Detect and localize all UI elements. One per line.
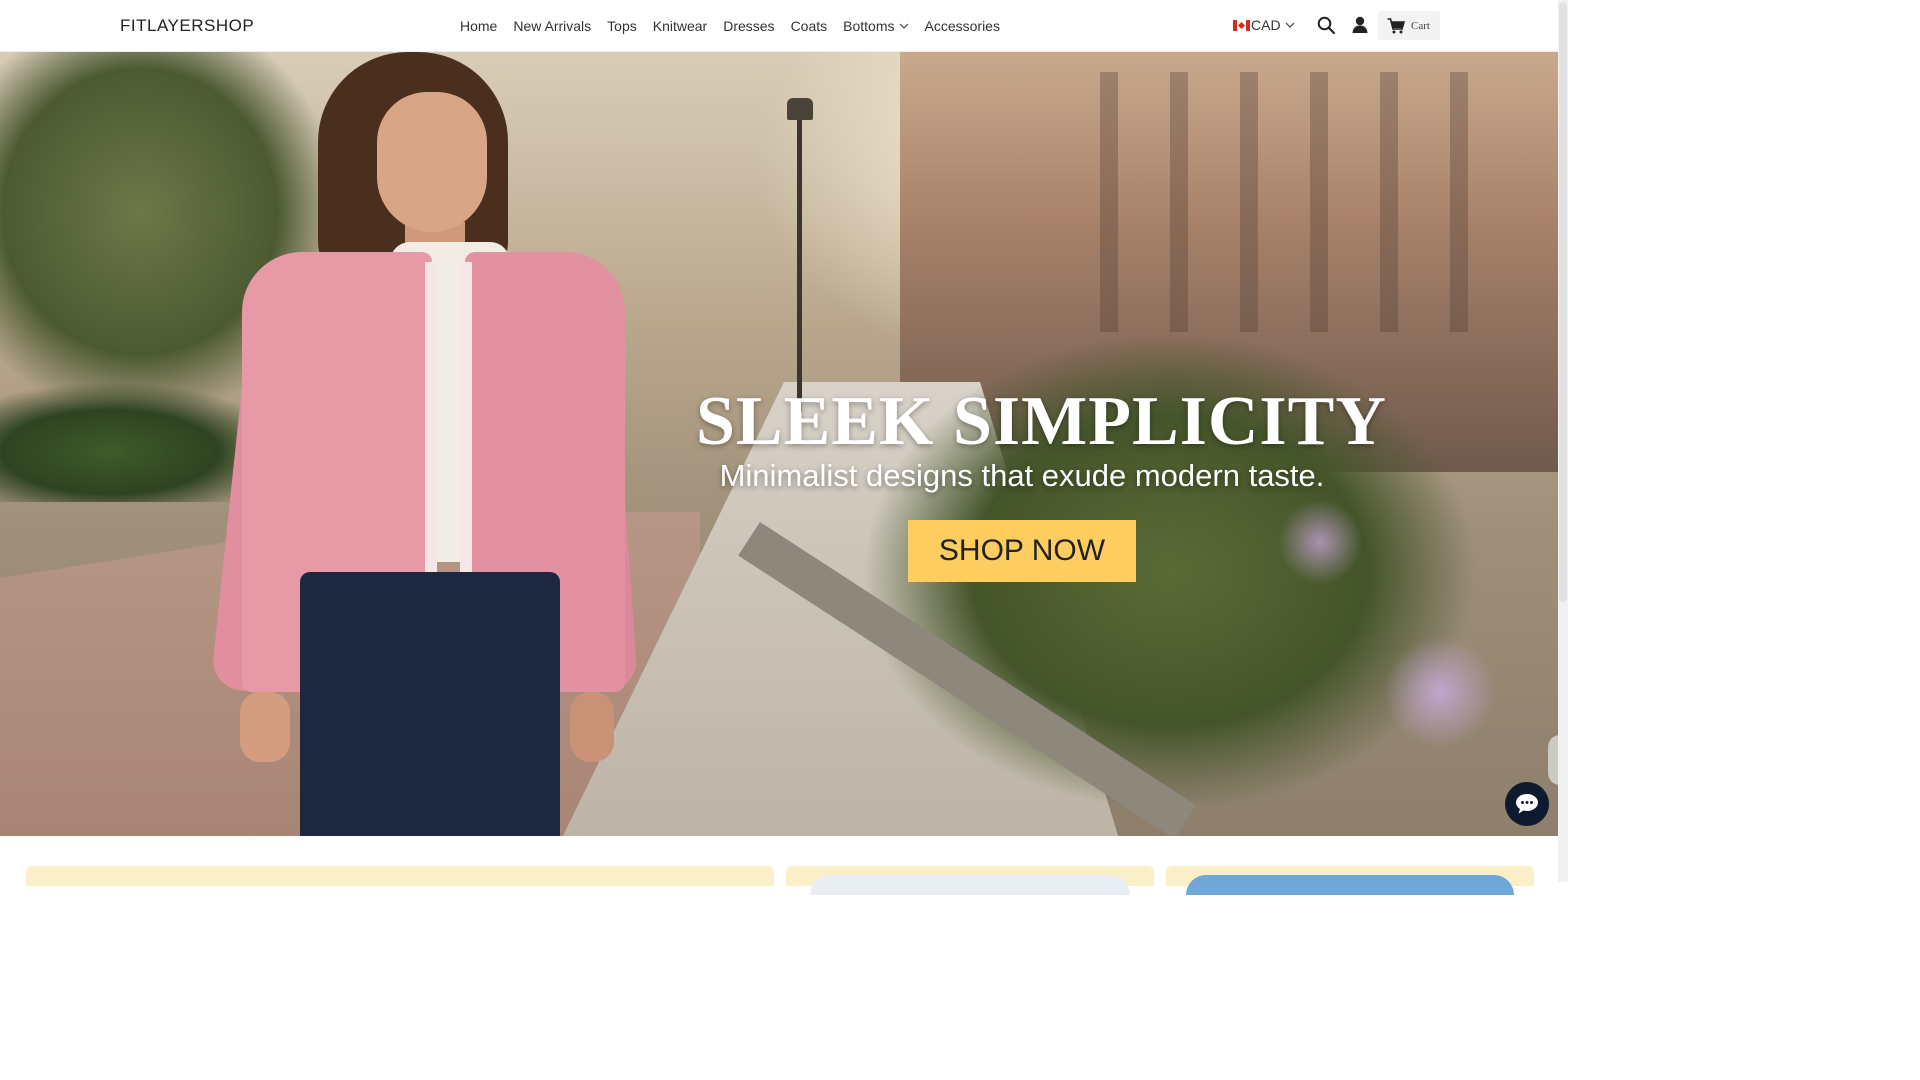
page-scrollbar[interactable] [1558,0,1568,882]
model-jeans [300,572,560,836]
nav-item-dresses[interactable]: Dresses [715,18,782,34]
nav-label: Dresses [723,18,775,34]
hero-title: SLEEK SIMPLICITY [696,383,1387,460]
nav-label: Knitwear [652,18,708,34]
nav-label: Coats [790,18,828,34]
nav-label: Bottoms [843,18,895,34]
site-logo[interactable]: FITLAYERSHOP [120,16,254,36]
nav-item-coats[interactable]: Coats [783,18,836,34]
hero-background-lamppost [797,112,802,412]
nav-item-home[interactable]: Home [452,18,505,34]
nav-label: Home [460,18,498,34]
nav-label: Accessories [924,18,1000,34]
account-icon[interactable] [1350,15,1370,35]
hero-subtitle: Minimalist designs that exude modern tas… [719,458,1325,493]
hero-background-lamp-head [787,98,813,120]
nav-item-accessories[interactable]: Accessories [917,18,1008,34]
shop-now-button[interactable]: SHOP NOW [908,520,1136,582]
canada-flag-icon [1233,19,1250,31]
nav-label: Tops [607,18,637,34]
model-face [377,92,487,232]
search-icon[interactable] [1316,15,1336,35]
nav-label: New Arrivals [513,18,592,34]
nav-item-tops[interactable]: Tops [599,18,645,34]
hero-banner: SLEEK SIMPLICITY Minimalist designs that… [0,52,1558,836]
promo-card[interactable] [786,866,1154,895]
model-hand [570,692,614,762]
hero-model-image [210,52,639,836]
nav-item-knitwear[interactable]: Knitwear [645,18,715,34]
promo-card[interactable] [1166,866,1534,895]
chat-button[interactable] [1505,782,1549,826]
main-nav: Home New Arrivals Tops Knitwear Dresses … [452,0,1008,52]
chat-icon [1516,794,1538,814]
cart-button[interactable]: Cart [1378,11,1440,40]
currency-label: CAD [1251,17,1281,33]
nav-item-new-arrivals[interactable]: New Arrivals [505,18,599,34]
chevron-down-icon [899,23,908,29]
currency-selector[interactable]: CAD [1233,17,1295,33]
model-hand [240,692,290,762]
cart-icon [1387,17,1405,33]
promo-card[interactable] [26,866,774,886]
chevron-down-icon [1285,22,1294,28]
scrollbar-thumb[interactable] [1559,2,1567,602]
promo-card-image [810,875,1130,895]
nav-item-bottoms[interactable]: Bottoms [835,18,916,34]
cart-label: Cart [1411,19,1430,32]
site-header: FITLAYERSHOP Home New Arrivals Tops Knit… [0,0,1558,52]
promo-card-image [1186,875,1514,895]
